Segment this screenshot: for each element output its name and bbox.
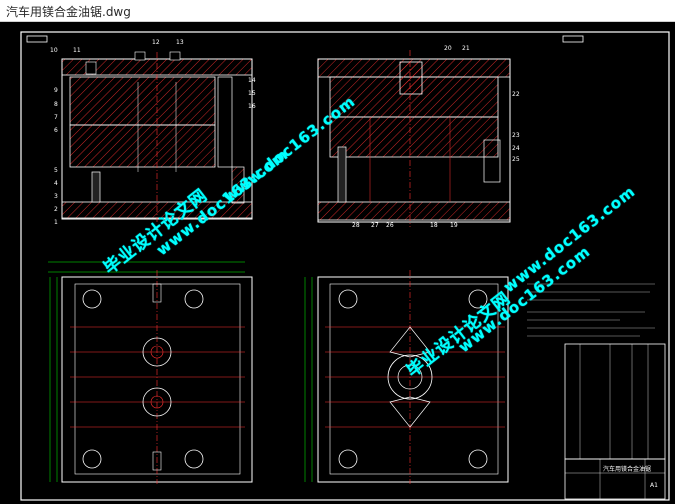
balloon-23: 23: [512, 132, 520, 139]
balloon-2: 2: [54, 206, 58, 213]
balloon-6: 6: [54, 127, 58, 134]
frame-tag-right: [562, 35, 584, 43]
balloon-8: 8: [54, 101, 58, 108]
balloon-19: 19: [450, 222, 458, 229]
title-block: 汽车用镁合金油锯 A1: [564, 458, 666, 500]
balloon-3: 3: [54, 193, 58, 200]
title-block-scale: A1: [650, 482, 658, 489]
balloon-16: 16: [248, 103, 256, 110]
balloon-20: 20: [444, 45, 452, 52]
frame-tag: [26, 35, 48, 43]
balloon-25: 25: [512, 156, 520, 163]
balloon-12: 12: [152, 39, 160, 46]
balloon-13: 13: [176, 39, 184, 46]
balloon-11: 11: [73, 47, 81, 54]
title-block-label: 汽车用镁合金油锯: [603, 465, 651, 473]
plan-view-left: [48, 261, 253, 484]
balloon-7: 7: [54, 114, 58, 121]
balloon-9: 9: [54, 87, 58, 94]
balloon-1: 1: [54, 219, 58, 226]
balloon-5: 5: [54, 167, 58, 174]
cad-drawing-canvas[interactable]: 汽车用镁合金油锯 A1 10 11 12 13 14 15 16 9 8 7 6…: [0, 22, 675, 504]
balloon-18: 18: [430, 222, 438, 229]
balloon-27: 27: [371, 222, 379, 229]
balloon-14: 14: [248, 77, 256, 84]
balloon-21: 21: [462, 45, 470, 52]
balloon-10: 10: [50, 47, 58, 54]
file-title: 汽车用镁合金油锯.dwg: [6, 5, 131, 19]
file-title-bar: 汽车用镁合金油锯.dwg: [0, 0, 675, 22]
balloon-22: 22: [512, 91, 520, 98]
parts-list-table: [564, 343, 666, 460]
balloon-15: 15: [248, 90, 256, 97]
balloon-26: 26: [386, 222, 394, 229]
section-view-right: [317, 50, 511, 227]
balloon-24: 24: [512, 145, 520, 152]
balloon-28: 28: [352, 222, 360, 229]
balloon-4: 4: [54, 180, 58, 187]
